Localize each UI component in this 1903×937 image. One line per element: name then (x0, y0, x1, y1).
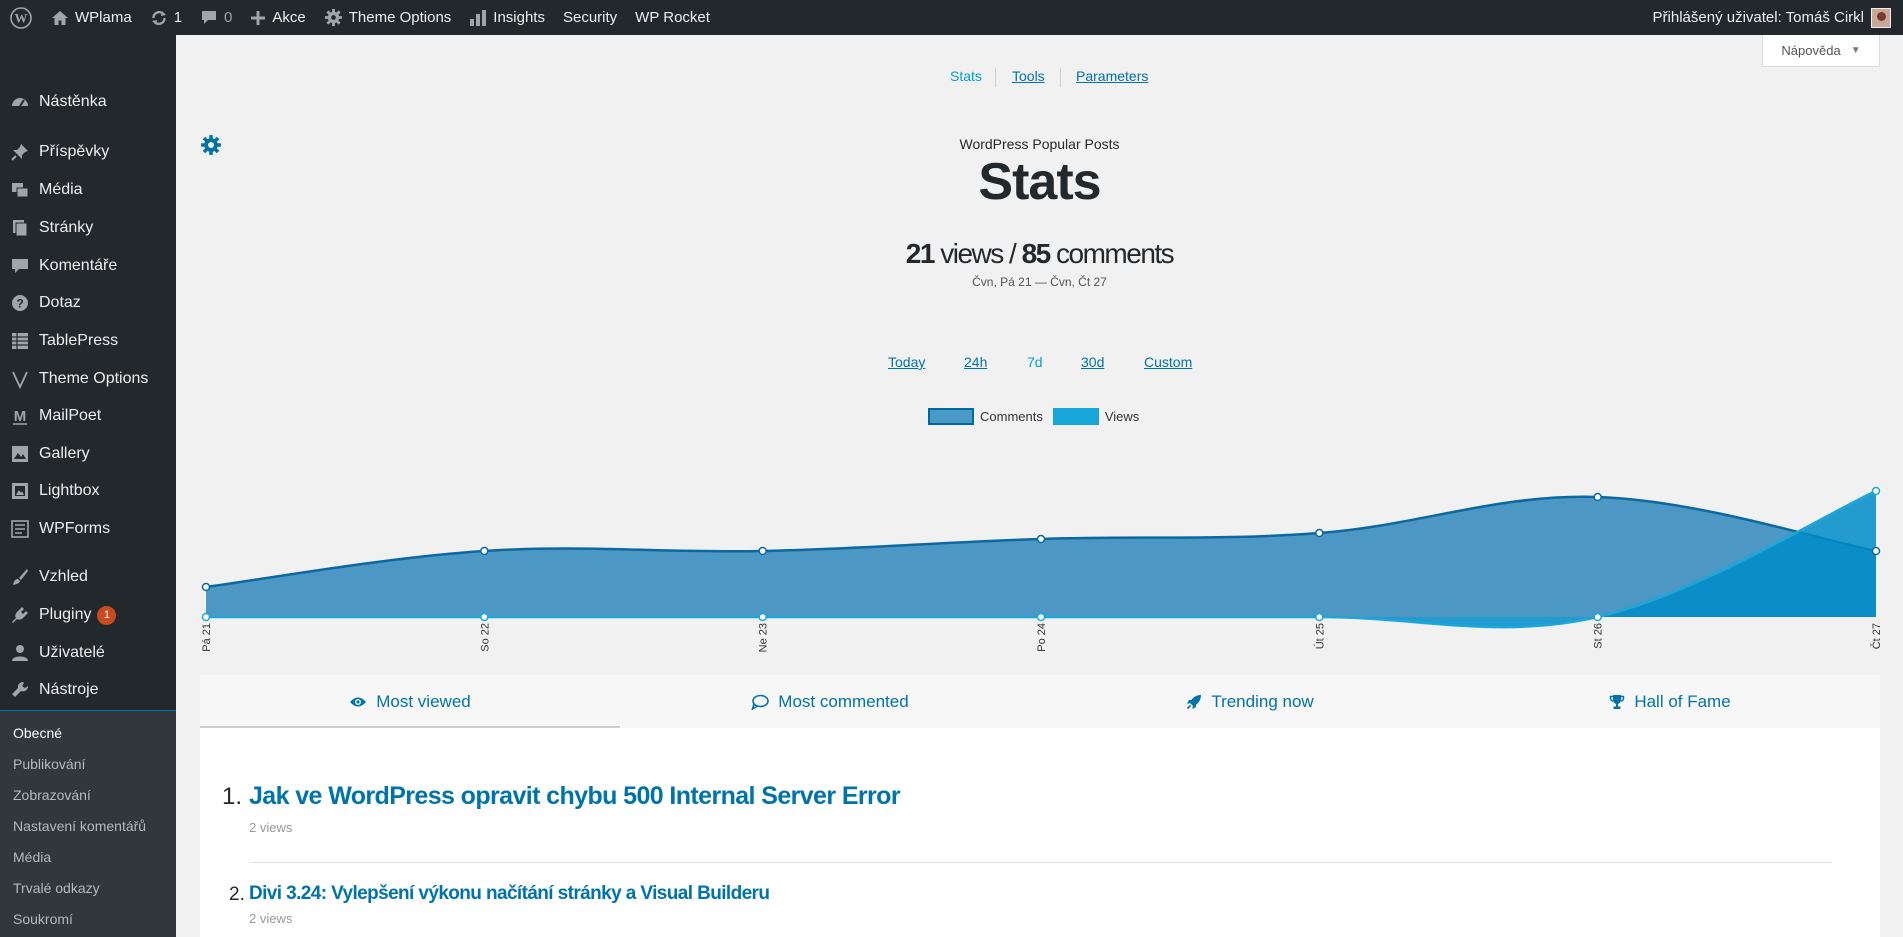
x-tick-label: Čt 27 (1870, 623, 1883, 649)
data-point (1315, 528, 1324, 538)
x-tick-label: Po 24 (1036, 623, 1048, 652)
series-area-comments (206, 496, 1876, 617)
data-point (201, 582, 211, 592)
list-divider (250, 862, 1832, 863)
data-point (480, 612, 489, 622)
post-rank: 2. (229, 884, 245, 905)
data-point (1593, 492, 1602, 502)
data-point (1871, 486, 1881, 496)
post-views: 2 views (249, 820, 293, 835)
post-tabs: Most viewed Most commented Trending now … (200, 675, 1880, 728)
data-point (758, 546, 767, 556)
tab-label: Most commented (778, 691, 909, 711)
data-point (480, 546, 489, 556)
data-point (1036, 612, 1046, 622)
data-point (1871, 546, 1881, 556)
post-list (200, 728, 1880, 937)
data-point (1593, 612, 1602, 622)
comment-bubble-icon (751, 694, 770, 710)
x-tick-label: So 22 (479, 623, 491, 652)
trophy-icon (1609, 694, 1625, 710)
post-title-link[interactable]: Divi 3.24: Vylepšení výkonu načítání str… (249, 883, 770, 905)
post-title-link[interactable]: Jak ve WordPress opravit chybu 500 Inter… (249, 782, 901, 811)
x-tick-label: Út 25 (1313, 623, 1326, 649)
tab-label: Hall of Fame (1634, 691, 1731, 711)
tab-trending-now[interactable]: Trending now (1040, 675, 1460, 728)
data-point (1036, 534, 1046, 544)
tab-label: Trending now (1211, 691, 1314, 711)
data-point (201, 612, 211, 622)
post-rank: 1. (222, 783, 243, 810)
x-tick-label: Ne 23 (758, 623, 770, 652)
data-point (1315, 612, 1324, 622)
tab-most-commented[interactable]: Most commented (620, 675, 1040, 728)
post-views: 2 views (249, 911, 293, 926)
x-tick-label: St 26 (1593, 623, 1605, 649)
eye-icon (349, 695, 367, 709)
data-point (758, 612, 767, 622)
tab-label: Most viewed (376, 691, 471, 711)
rocket-icon (1186, 694, 1202, 710)
tab-hall-of-fame[interactable]: Hall of Fame (1460, 675, 1880, 728)
tab-most-viewed[interactable]: Most viewed (200, 675, 620, 728)
x-tick-label: Pá 21 (201, 623, 213, 652)
